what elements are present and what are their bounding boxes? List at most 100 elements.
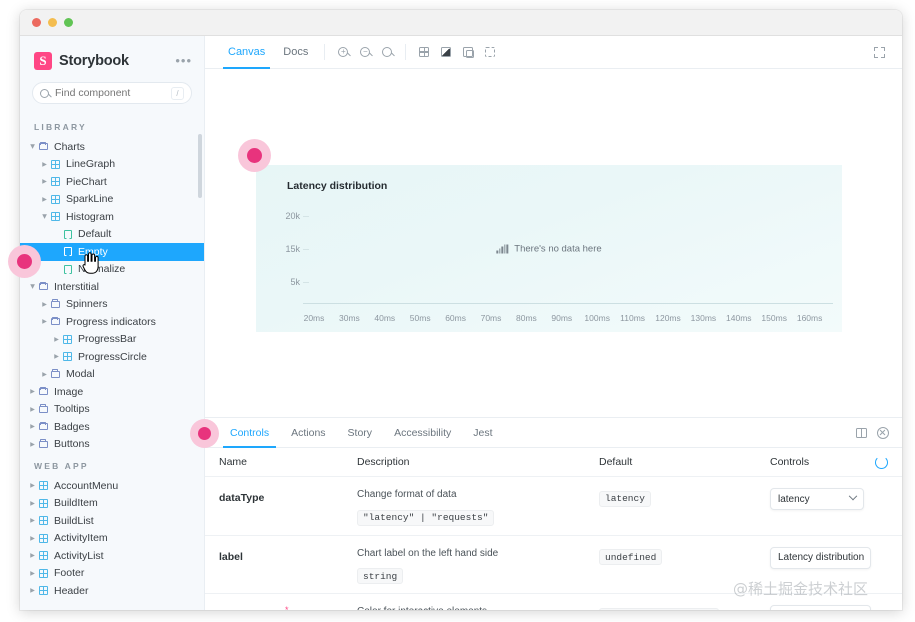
control-name-cell: dataType — [205, 488, 357, 526]
sidebar-item-progresscircle[interactable]: ▶ ProgressCircle — [20, 348, 204, 366]
sidebar-item-activitylist[interactable]: ▶ ActivityList — [20, 547, 204, 565]
x-axis-line — [303, 303, 833, 304]
window-close-button[interactable] — [32, 18, 41, 27]
tab-controls[interactable]: Controls — [219, 418, 280, 448]
sidebar-item-charts[interactable]: ▶ Charts — [20, 138, 204, 156]
sidebar-item-builditem[interactable]: ▶ BuildItem — [20, 495, 204, 513]
sidebar-item-sparkline[interactable]: ▶ SparkLine — [20, 191, 204, 209]
chevron-down-icon[interactable]: ▶ — [29, 142, 36, 151]
color-swatch[interactable] — [777, 609, 790, 610]
chevron-right-icon[interactable]: ▶ — [28, 406, 37, 413]
chevron-right-icon[interactable]: ▶ — [28, 552, 37, 559]
chevron-right-icon[interactable]: ▶ — [40, 318, 49, 325]
sidebar-item-empty[interactable]: ▶Empty — [20, 243, 204, 261]
chevron-right-icon[interactable]: ▶ — [28, 423, 37, 430]
panel-layout-icon[interactable] — [856, 427, 867, 438]
sidebar-item-piechart[interactable]: ▶ PieChart — [20, 173, 204, 191]
sidebar-item-default[interactable]: ▶Default — [20, 226, 204, 244]
sidebar-item-spinners[interactable]: ▶ Spinners — [20, 296, 204, 314]
sidebar-item-progressbar[interactable]: ▶ ProgressBar — [20, 331, 204, 349]
story-canvas: Latency distribution 20k 15k 5k 20ms 30ms 40… — [205, 69, 902, 417]
sidebar-item-image[interactable]: ▶ Image — [20, 383, 204, 401]
sidebar-item-modal[interactable]: ▶ Modal — [20, 366, 204, 384]
tab-jest[interactable]: Jest — [462, 418, 503, 448]
control-name-cell: label — [205, 547, 357, 585]
window-minimize-button[interactable] — [48, 18, 57, 27]
sidebar-item-footer[interactable]: ▶ Footer — [20, 565, 204, 583]
sidebar-item-label: Header — [54, 584, 89, 597]
window-maximize-button[interactable] — [64, 18, 73, 27]
grid-icon[interactable] — [413, 41, 435, 63]
chevron-right-icon[interactable]: ▶ — [28, 587, 37, 594]
sidebar-item-label: Tooltips — [54, 403, 90, 416]
sidebar-item-label: ProgressBar — [78, 333, 137, 346]
chevron-right-icon[interactable]: ▶ — [40, 196, 49, 203]
fullscreen-icon[interactable] — [868, 41, 890, 63]
tab-actions[interactable]: Actions — [280, 418, 336, 448]
sidebar-item-buttons[interactable]: ▶ Buttons — [20, 436, 204, 454]
sidebar-item-linegraph[interactable]: ▶ LineGraph — [20, 156, 204, 174]
search-input[interactable] — [55, 87, 171, 99]
chevron-right-icon[interactable]: ▶ — [28, 517, 37, 524]
chevron-right-icon[interactable]: ▶ — [28, 482, 37, 489]
chevron-right-icon[interactable]: ▶ — [40, 161, 49, 168]
chevron-right-icon[interactable]: ▶ — [40, 301, 49, 308]
sidebar-item-accountmenu[interactable]: ▶ AccountMenu — [20, 477, 204, 495]
chevron-right-icon[interactable]: ▶ — [40, 178, 49, 185]
control-default-cell: theme.color.primary — [599, 605, 770, 610]
sidebar-item-histogram[interactable]: ▶ Histogram — [20, 208, 204, 226]
measure-icon[interactable] — [457, 41, 479, 63]
chevron-right-icon[interactable]: ▶ — [28, 535, 37, 542]
tab-story[interactable]: Story — [337, 418, 384, 448]
chevron-right-icon[interactable]: ▶ — [28, 441, 37, 448]
tab-canvas[interactable]: Canvas — [219, 36, 274, 69]
background-icon[interactable] — [435, 41, 457, 63]
search-icon — [40, 88, 49, 98]
y-axis-tick-mark — [303, 216, 309, 217]
chevron-down-icon[interactable]: ▶ — [41, 212, 48, 221]
sidebar-tree[interactable]: LIBRARY ▶ Charts ▶ LineGraph ▶ PieChart ▶ SparkL… — [20, 106, 204, 610]
chevron-right-icon[interactable]: ▶ — [52, 336, 61, 343]
sidebar-item-interstitial[interactable]: ▶ Interstitial — [20, 278, 204, 296]
sidebar-item-normalize[interactable]: ▶Normalize — [20, 261, 204, 279]
tab-accessibility[interactable]: Accessibility — [383, 418, 462, 448]
sidebar-item-tooltips[interactable]: ▶ Tooltips — [20, 401, 204, 419]
sidebar-item-buildlist[interactable]: ▶ BuildList — [20, 512, 204, 530]
sidebar-item-activityitem[interactable]: ▶ ActivityItem — [20, 530, 204, 548]
chevron-right-icon[interactable]: ▶ — [40, 371, 49, 378]
chevron-right-icon[interactable]: ▶ — [28, 570, 37, 577]
control-text-input[interactable]: Latency distribution — [770, 546, 871, 569]
reset-controls-icon[interactable] — [875, 455, 888, 469]
search-field-wrapper[interactable]: / — [32, 82, 192, 104]
sidebar-item-header[interactable]: ▶ Header — [20, 582, 204, 600]
storybook-logo-icon: S — [34, 52, 52, 70]
chevron-right-icon[interactable]: ▶ — [28, 500, 37, 507]
chevron-down-icon[interactable]: ▶ — [29, 282, 36, 291]
sidebar-menu-button[interactable]: ••• — [175, 54, 192, 67]
outline-icon[interactable] — [479, 41, 501, 63]
sidebar-item-progress-indicators[interactable]: ▶ Progress indicators — [20, 313, 204, 331]
tab-docs[interactable]: Docs — [274, 36, 317, 69]
x-axis-tick-label: 20ms — [303, 313, 325, 323]
y-axis-tick-label: 5k — [290, 277, 300, 287]
control-name-cell: primaryColor* — [205, 605, 357, 610]
column-header-default: Default — [599, 456, 633, 468]
control-select[interactable]: latency — [770, 488, 864, 510]
sidebar-item-badges[interactable]: ▶ Badges — [20, 418, 204, 436]
table-header: Name Description Default Controls — [205, 448, 902, 477]
app-body: S Storybook ••• / LIBRARY ▶ Charts ▶ LineGra… — [20, 36, 902, 610]
sidebar-scrollbar-thumb[interactable] — [198, 134, 202, 198]
component-icon — [37, 586, 50, 596]
zoom-out-button[interactable]: − — [354, 41, 376, 63]
chevron-right-icon[interactable]: ▶ — [52, 353, 61, 360]
x-axis-tick-label: 130ms — [690, 313, 717, 323]
zoom-reset-button[interactable] — [376, 41, 398, 63]
chevron-right-icon[interactable]: ▶ — [28, 388, 37, 395]
addon-panel: Controls Actions Story Accessibility Jes… — [205, 417, 902, 610]
control-name: dataType — [219, 492, 265, 504]
zoom-in-button[interactable]: + — [332, 41, 354, 63]
control-color-input[interactable]: #1EA7FD — [770, 605, 871, 610]
folder-icon — [37, 141, 50, 151]
close-icon[interactable] — [877, 426, 889, 439]
x-axis-tick-label: 80ms — [515, 313, 537, 323]
